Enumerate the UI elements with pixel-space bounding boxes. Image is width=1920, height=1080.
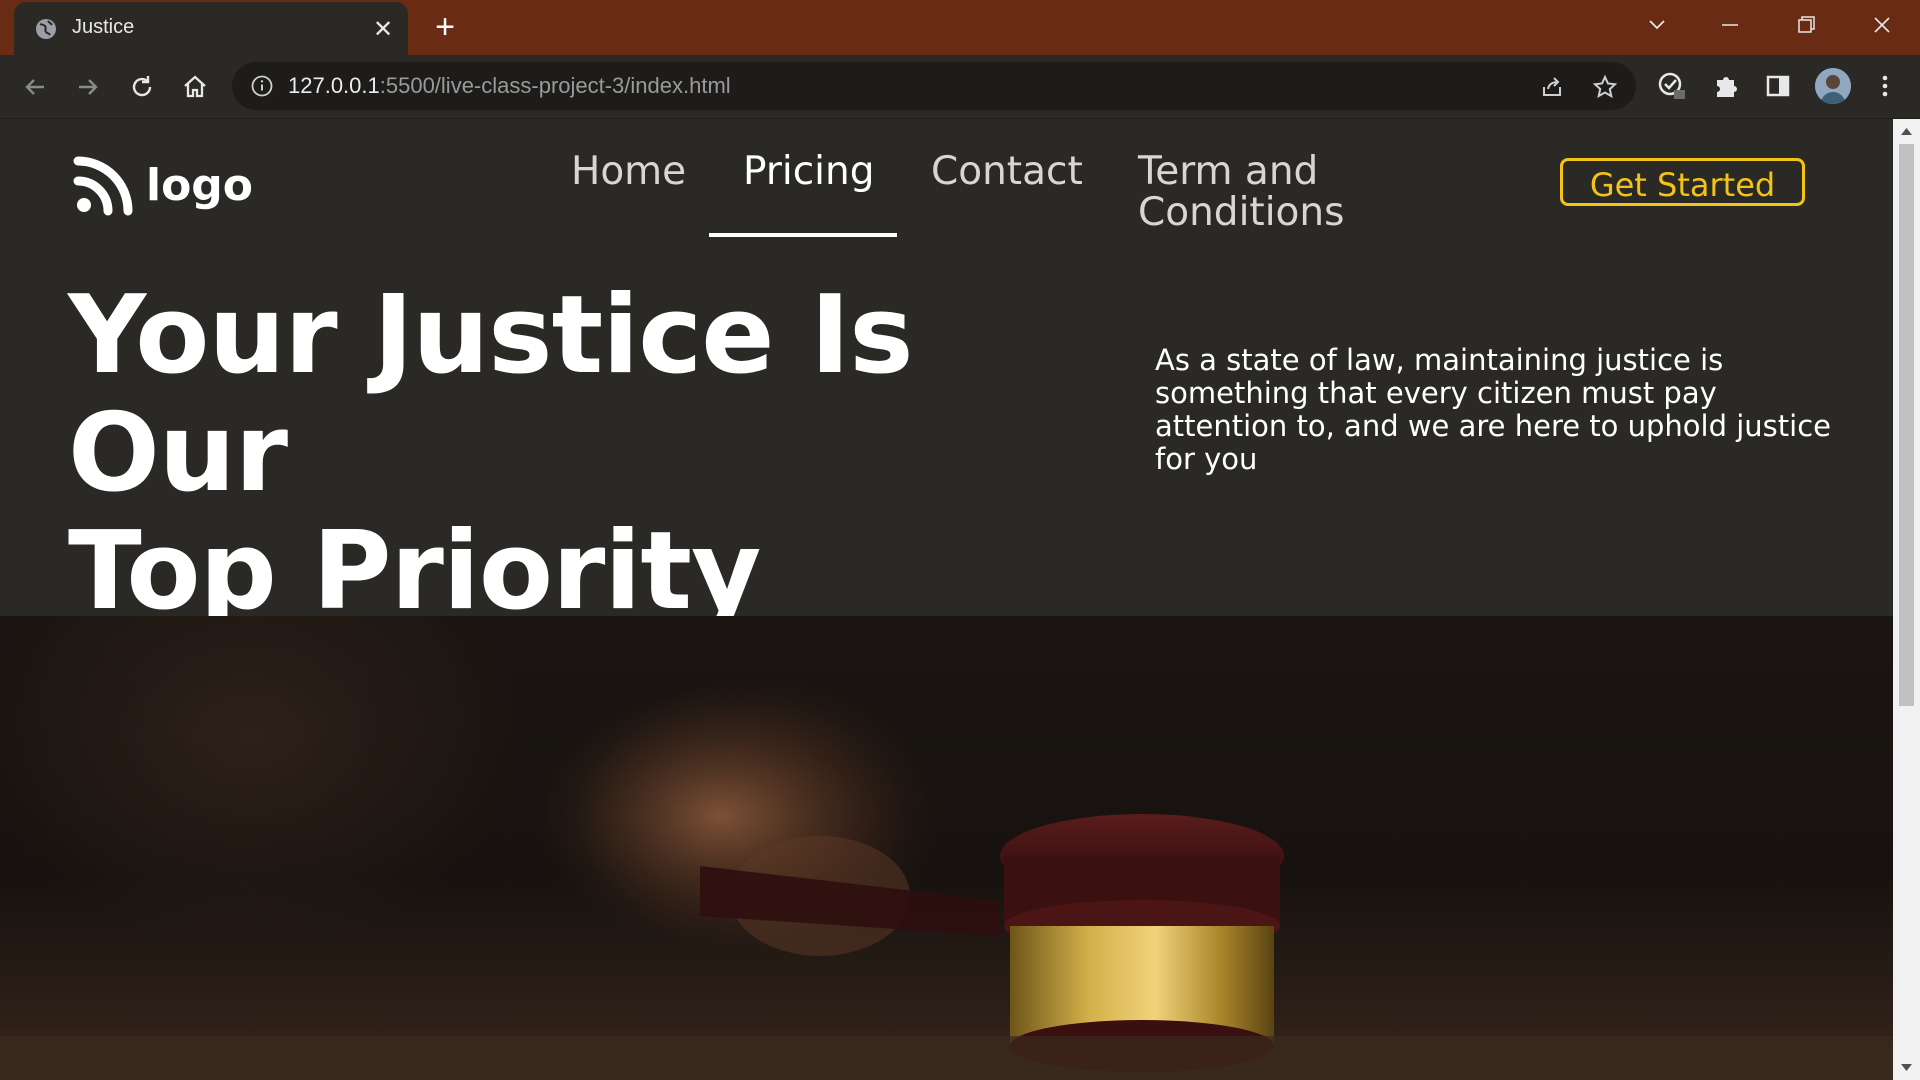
active-nav-underline — [709, 233, 897, 237]
nav-link-contact[interactable]: Contact — [931, 151, 1083, 192]
bookmark-star-icon[interactable] — [1592, 74, 1618, 100]
nav-link-home[interactable]: Home — [571, 151, 686, 192]
profile-avatar[interactable] — [1815, 68, 1851, 104]
extensions-puzzle-icon[interactable] — [1711, 71, 1741, 101]
address-bar[interactable]: 127.0.0.1:5500/live-class-project-3/inde… — [232, 62, 1636, 110]
gavel-hero-image — [0, 616, 1893, 1080]
logo-text: logo — [146, 159, 254, 211]
browser-toolbar: 127.0.0.1:5500/live-class-project-3/inde… — [0, 55, 1920, 119]
hero-description: As a state of law, maintaining justice i… — [1155, 343, 1831, 476]
site-info-icon[interactable] — [250, 74, 274, 98]
new-tab-button[interactable]: + — [428, 10, 462, 44]
side-panel-icon[interactable] — [1763, 71, 1793, 101]
hero-title: Your Justice Is Our Top Priority — [68, 277, 1088, 631]
close-window-icon[interactable] — [1862, 10, 1902, 40]
page-scrollbar[interactable] — [1893, 119, 1920, 1080]
tab-search-chevron-icon[interactable] — [1637, 10, 1677, 40]
gavel-image — [0, 686, 1893, 1080]
scroll-up-arrow-icon[interactable] — [1899, 125, 1914, 137]
site-logo[interactable]: logo — [72, 153, 253, 217]
globe-icon — [36, 19, 56, 39]
scrollbar-thumb[interactable] — [1899, 144, 1914, 706]
browser-tab-justice[interactable]: Justice ✕ — [14, 2, 408, 55]
browser-tab-strip: Justice ✕ + — [0, 0, 1920, 55]
tab-title: Justice — [72, 16, 135, 38]
url-text[interactable]: 127.0.0.1:5500/live-class-project-3/inde… — [288, 73, 731, 99]
nav-link-terms[interactable]: Term and Conditions — [1138, 151, 1368, 233]
close-tab-icon[interactable]: ✕ — [369, 15, 397, 43]
extension-monitor-icon[interactable] — [1657, 71, 1687, 101]
forward-arrow-icon[interactable] — [71, 70, 105, 104]
home-icon[interactable] — [178, 70, 212, 104]
restore-icon[interactable] — [1786, 10, 1826, 40]
rss-feed-icon — [73, 156, 133, 216]
minimize-icon[interactable] — [1710, 10, 1750, 40]
get-started-button[interactable]: Get Started — [1560, 158, 1805, 206]
nav-link-pricing[interactable]: Pricing — [743, 151, 874, 192]
share-icon[interactable] — [1539, 74, 1565, 100]
page-viewport: logo Home Pricing Contact Term and Condi… — [0, 119, 1893, 1080]
hero-title-line-1: Your Justice Is Our — [68, 273, 914, 516]
scroll-down-arrow-icon[interactable] — [1899, 1062, 1914, 1074]
back-arrow-icon[interactable] — [18, 70, 52, 104]
profile-person-icon — [1815, 68, 1851, 104]
reload-icon[interactable] — [125, 70, 159, 104]
menu-kebab-icon[interactable] — [1870, 71, 1900, 101]
